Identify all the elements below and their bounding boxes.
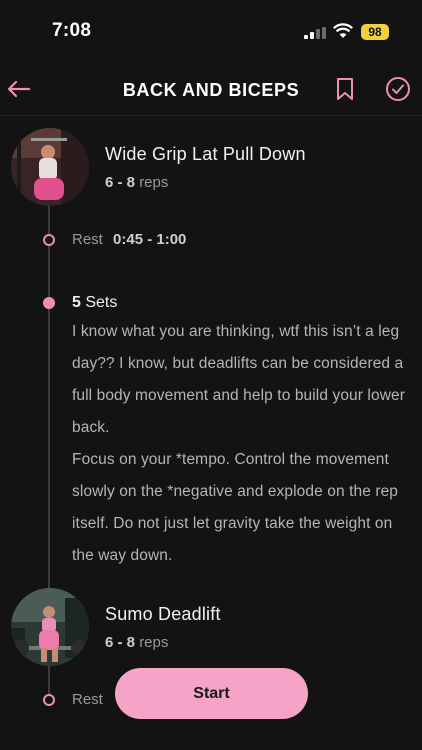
sets-count: 5 [72, 294, 81, 311]
rest-row: Rest 0:45 - 1:00 [72, 231, 186, 248]
start-button[interactable]: Start [115, 668, 308, 719]
sets-title: 5 Sets [72, 294, 117, 312]
exercise-item[interactable]: Wide Grip Lat Pull Down 6 - 8 reps [0, 128, 422, 208]
sets-label: Sets [85, 294, 118, 311]
exercise-name: Wide Grip Lat Pull Down [105, 144, 306, 164]
notes-paragraph: Focus on your *tempo. Control the moveme… [72, 451, 399, 564]
timeline-line [48, 200, 50, 600]
check-circle-icon[interactable] [385, 76, 411, 102]
rest-label: Rest [72, 691, 103, 708]
rest-label: Rest [72, 231, 103, 248]
status-time: 7:08 [52, 20, 92, 41]
reps-label: reps [139, 174, 169, 191]
exercise-item[interactable]: Sumo Deadlift 6 - 8 reps [0, 588, 422, 668]
reps-label: reps [139, 634, 169, 651]
exercise-name: Sumo Deadlift [105, 604, 221, 624]
exercise-notes: I know what you are thinking, wtf this i… [72, 316, 417, 572]
exercise-thumbnail [11, 128, 89, 206]
bookmark-icon[interactable] [333, 76, 357, 102]
exercise-thumbnail [11, 588, 89, 666]
reps-value: 6 - 8 [105, 174, 136, 191]
page-title: BACK AND BICEPS [122, 80, 300, 100]
notes-paragraph: I know what you are thinking, wtf this i… [72, 323, 405, 436]
exercise-reps: 6 - 8 reps [105, 174, 168, 191]
rest-row: Rest [72, 691, 103, 708]
cellular-signal-icon [304, 27, 326, 39]
timeline-node [43, 297, 55, 309]
workout-header: BACK AND BICEPS [0, 60, 422, 116]
timeline-node [43, 234, 55, 246]
status-bar: 7:08 98 [0, 0, 422, 60]
exercise-reps: 6 - 8 reps [105, 634, 168, 651]
reps-value: 6 - 8 [105, 634, 136, 651]
battery-indicator: 98 [361, 24, 389, 40]
wifi-icon [333, 23, 353, 38]
timeline-node [43, 694, 55, 706]
rest-value: 0:45 - 1:00 [113, 231, 187, 248]
